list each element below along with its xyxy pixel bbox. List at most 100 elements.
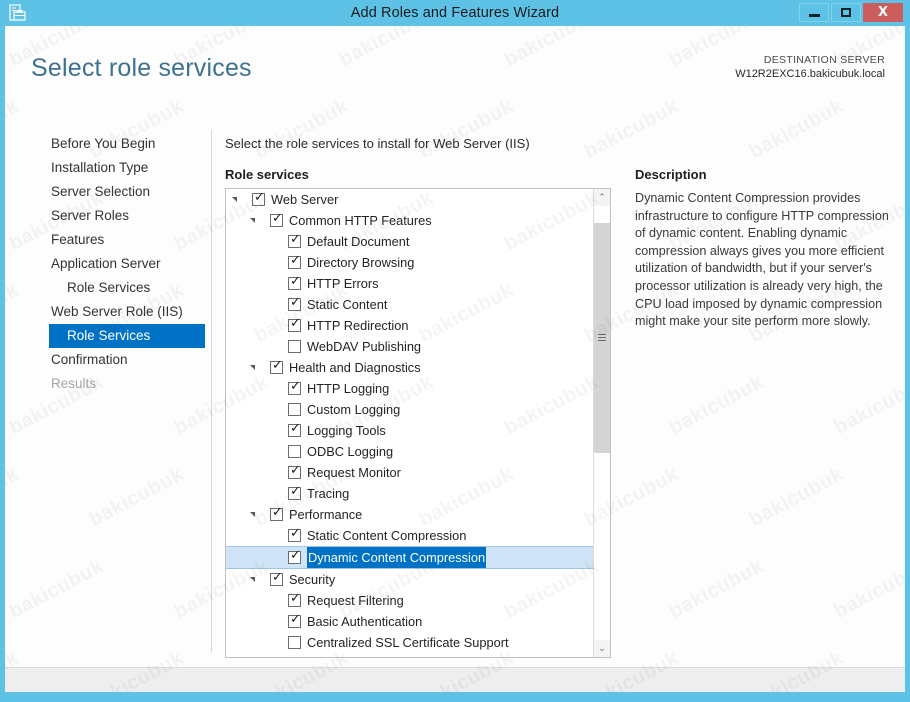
sidebar-item-web-server-role-iis[interactable]: Web Server Role (IIS) <box>5 300 205 324</box>
sidebar-item-confirmation[interactable]: Confirmation <box>5 348 205 372</box>
sidebar-item-label: Application Server <box>51 256 161 271</box>
checkmark-icon: ✓ <box>290 274 301 289</box>
scrollbar-thumb[interactable] <box>594 223 610 453</box>
checkmark-icon: ✓ <box>290 591 301 606</box>
watermark-text: bakicubuk <box>581 95 683 164</box>
tree-item-checkbox[interactable] <box>288 403 301 416</box>
watermark-text: bakicubuk <box>746 463 848 532</box>
tree-item[interactable]: ODBC Logging <box>226 441 593 462</box>
maximize-button[interactable] <box>831 3 861 22</box>
tree-item[interactable]: ✓ Web Server <box>226 189 593 210</box>
sidebar-item-application-server[interactable]: Application Server <box>5 252 205 276</box>
tree-item-checkbox[interactable]: ✓ <box>288 233 301 248</box>
sidebar-item-server-selection[interactable]: Server Selection <box>5 180 205 204</box>
tree-item-label: Security <box>289 572 336 587</box>
sidebar-item-label: Results <box>51 376 97 391</box>
tree-item[interactable]: ✓ HTTP Errors <box>226 273 593 294</box>
wizard-window: Add Roles and Features Wizard X Select r… <box>0 0 910 702</box>
tree-scrollbar[interactable]: ⌃ ⌄ <box>593 189 610 657</box>
expander-collapse-icon[interactable] <box>232 195 241 204</box>
wizard-navigation: Before You Begin Installation Type Server … <box>5 132 205 652</box>
destination-server-name: W12R2EXC16.bakicubuk.local <box>735 68 885 80</box>
tree-item-checkbox[interactable]: ✓ <box>270 505 283 521</box>
sidebar-item-installation-type[interactable]: Installation Type <box>5 156 205 180</box>
tree-item-label: Request Monitor <box>307 465 401 480</box>
checkmark-icon: ✓ <box>272 505 283 520</box>
expander-collapse-icon[interactable] <box>250 510 259 519</box>
tree-item[interactable]: ✓ Tracing <box>226 483 593 504</box>
scroll-up-arrow-icon[interactable]: ⌃ <box>594 189 610 206</box>
sidebar-item-features[interactable]: Features <box>5 228 205 252</box>
checkmark-icon: ✓ <box>290 526 301 541</box>
tree-item-checkbox[interactable]: ✓ <box>288 591 301 607</box>
tree-item-checkbox[interactable]: ✓ <box>288 296 301 311</box>
tree-item[interactable]: Custom Logging <box>226 399 593 420</box>
role-services-tree[interactable]: ✓ Web Server ✓ Common HTTP Features ✓ Default… <box>225 188 611 658</box>
tree-item-checkbox[interactable]: ✓ <box>288 422 301 437</box>
tree-item-label: Static Content <box>307 297 388 312</box>
sidebar-item-label: Web Server Role (IIS) <box>51 304 183 319</box>
tree-item[interactable]: ✓ HTTP Redirection <box>226 315 593 336</box>
tree-item-checkbox[interactable]: ✓ <box>288 463 301 479</box>
minimize-button[interactable] <box>799 3 829 22</box>
tree-item[interactable]: ✓ Health and Diagnostics <box>226 357 593 378</box>
watermark-text: bakicubuk <box>666 371 768 440</box>
tree-item[interactable]: ✓ Request Filtering <box>226 590 593 611</box>
checkmark-icon: ✓ <box>290 253 301 268</box>
expander-collapse-icon[interactable] <box>250 575 259 584</box>
checkmark-icon: ✓ <box>272 358 283 373</box>
tree-item-label: HTTP Errors <box>307 276 379 291</box>
checkmark-icon: ✓ <box>290 463 301 478</box>
tree-item-label: Health and Diagnostics <box>289 360 421 375</box>
tree-item[interactable]: ✓ Performance <box>226 504 593 525</box>
sidebar-item-before-you-begin[interactable]: Before You Begin <box>5 132 205 156</box>
tree-item-checkbox[interactable] <box>288 445 301 458</box>
nav-divider <box>211 130 212 652</box>
tree-item-checkbox[interactable]: ✓ <box>270 212 283 227</box>
tree-item[interactable]: ✓ Directory Browsing <box>226 252 593 273</box>
close-button[interactable]: X <box>863 3 903 22</box>
tree-item[interactable]: ✓ Request Monitor <box>226 462 593 483</box>
tree-item[interactable]: ✓ HTTP Logging <box>226 378 593 399</box>
tree-item-checkbox[interactable]: ✓ <box>288 548 301 564</box>
sidebar-item-role-services[interactable]: Role Services <box>49 324 205 348</box>
maximize-icon <box>832 4 860 21</box>
tree-item-checkbox[interactable]: ✓ <box>288 484 301 500</box>
tree-item[interactable]: ✓ Static Content <box>226 294 593 315</box>
tree-item[interactable]: ✓ Default Document <box>226 231 593 252</box>
tree-item[interactable]: ✓ Static Content Compression <box>226 525 593 546</box>
tree-item[interactable]: ✓ Logging Tools <box>226 420 593 441</box>
tree-item[interactable]: ✓ Dynamic Content Compression <box>226 546 593 569</box>
watermark-text: bakicubuk <box>251 95 353 164</box>
tree-item-checkbox[interactable]: ✓ <box>252 191 265 206</box>
minimize-icon <box>800 4 828 21</box>
close-icon: X <box>877 5 889 20</box>
checkmark-icon: ✓ <box>290 548 301 563</box>
tree-item[interactable]: WebDAV Publishing <box>226 336 593 357</box>
watermark-text: bakicubuk <box>746 95 848 164</box>
wizard-button-bar: < Previous Next > Install Cancel <box>5 622 905 692</box>
expander-collapse-icon[interactable] <box>250 216 259 225</box>
sidebar-item-label: Installation Type <box>51 160 149 175</box>
tree-item-label: Directory Browsing <box>307 255 415 270</box>
tree-item[interactable]: ✓ Common HTTP Features <box>226 210 593 231</box>
tree-item-checkbox[interactable]: ✓ <box>288 317 301 332</box>
checkmark-icon: ✓ <box>290 484 301 499</box>
tree-item-checkbox[interactable]: ✓ <box>288 526 301 542</box>
sidebar-item-label: Server Selection <box>51 184 151 199</box>
tree-item-label: Request Filtering <box>307 593 404 608</box>
tree-item[interactable]: ✓ Security <box>226 569 593 590</box>
tree-item-checkbox[interactable]: ✓ <box>288 274 301 290</box>
expander-collapse-icon[interactable] <box>250 363 259 372</box>
sidebar-item-role-services[interactable]: Role Services <box>5 276 205 300</box>
tree-item-checkbox[interactable]: ✓ <box>270 358 283 374</box>
sidebar-item-server-roles[interactable]: Server Roles <box>5 204 205 228</box>
tree-item-checkbox[interactable]: ✓ <box>288 380 301 395</box>
tree-item-label: HTTP Redirection <box>307 318 409 333</box>
tree-item-checkbox[interactable]: ✓ <box>288 253 301 269</box>
sidebar-item-label: Features <box>51 232 105 247</box>
tree-item-checkbox[interactable] <box>288 340 301 353</box>
tree-item-label: Tracing <box>307 486 350 501</box>
tree-item-checkbox[interactable]: ✓ <box>270 571 283 586</box>
instruction-text: Select the role services to install for … <box>225 136 530 151</box>
